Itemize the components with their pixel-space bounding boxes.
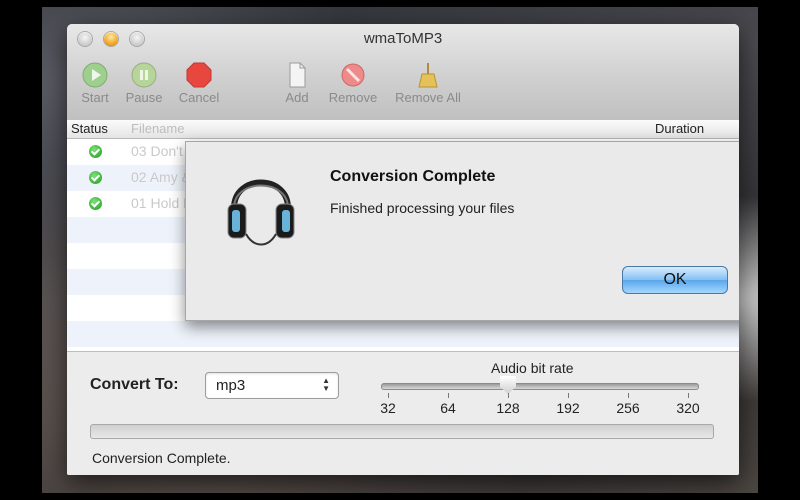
- bitrate-tick-label: 192: [556, 400, 580, 416]
- bitrate-tick-mark: [448, 393, 449, 398]
- add-label: Add: [285, 90, 309, 105]
- bitrate-slider-knob[interactable]: [500, 376, 516, 394]
- status-text: Conversion Complete.: [92, 450, 231, 466]
- bitrate-tick-label: 32: [380, 400, 396, 416]
- bitrate-tick-mark: [628, 393, 629, 398]
- pause-label: Pause: [125, 90, 163, 105]
- document-add-icon: [289, 62, 306, 88]
- checkmark-icon: [89, 197, 102, 210]
- bitrate-label: Audio bit rate: [491, 360, 574, 376]
- checkmark-icon: [89, 171, 102, 184]
- stop-icon: [186, 62, 212, 88]
- bitrate-tick-mark: [508, 393, 509, 398]
- bitrate-tick-label: 256: [616, 400, 640, 416]
- ok-button[interactable]: OK: [622, 266, 728, 294]
- progress-bar: [90, 424, 714, 439]
- remove-label: Remove: [328, 90, 378, 105]
- format-select[interactable]: mp3 ▲ ▼: [205, 372, 339, 399]
- remove-button[interactable]: Remove: [323, 62, 383, 105]
- select-arrows-icon: ▲ ▼: [322, 376, 330, 393]
- table-header: Status Filename Duration: [67, 120, 739, 139]
- cancel-label: Cancel: [178, 90, 220, 105]
- empty-row: [67, 321, 739, 347]
- bottom-panel: Convert To: mp3 ▲ ▼ Audio bit rate 32 64 12…: [67, 351, 739, 475]
- headphones-icon: [227, 179, 295, 246]
- conversion-complete-dialog: Conversion Complete Finished processing …: [185, 141, 739, 321]
- bitrate-tick-mark: [388, 393, 389, 398]
- bitrate-tick-label: 128: [496, 400, 520, 416]
- header-status[interactable]: Status: [71, 121, 108, 136]
- bitrate-tick-mark: [568, 393, 569, 398]
- remove-icon: [341, 63, 365, 87]
- window-title: wmaToMP3: [363, 30, 443, 47]
- remove-all-button[interactable]: Remove All: [393, 62, 463, 105]
- broom-icon: [418, 63, 438, 88]
- bitrate-slider-track[interactable]: [381, 383, 699, 390]
- header-duration[interactable]: Duration: [655, 121, 704, 136]
- convert-to-label: Convert To:: [90, 376, 179, 393]
- pause-button[interactable]: Pause: [114, 62, 174, 105]
- app-window: wmaToMP3 Start Pause Cancel Add Remove R…: [67, 24, 739, 475]
- pause-icon: [131, 62, 157, 88]
- checkmark-icon: [89, 145, 102, 158]
- dialog-title: Conversion Complete: [330, 168, 496, 185]
- cancel-button[interactable]: Cancel: [169, 62, 229, 105]
- bitrate-tick-label: 320: [676, 400, 700, 416]
- add-button[interactable]: Add: [267, 62, 327, 105]
- bitrate-tick-mark: [688, 393, 689, 398]
- header-filename[interactable]: Filename: [131, 121, 184, 136]
- play-icon: [82, 62, 108, 88]
- bitrate-tick-label: 64: [440, 400, 456, 416]
- dialog-message: Finished processing your files: [330, 200, 515, 216]
- format-select-value: mp3: [216, 377, 246, 394]
- remove-all-label: Remove All: [395, 90, 461, 105]
- title-bar: wmaToMP3 Start Pause Cancel Add Remove R…: [67, 24, 739, 121]
